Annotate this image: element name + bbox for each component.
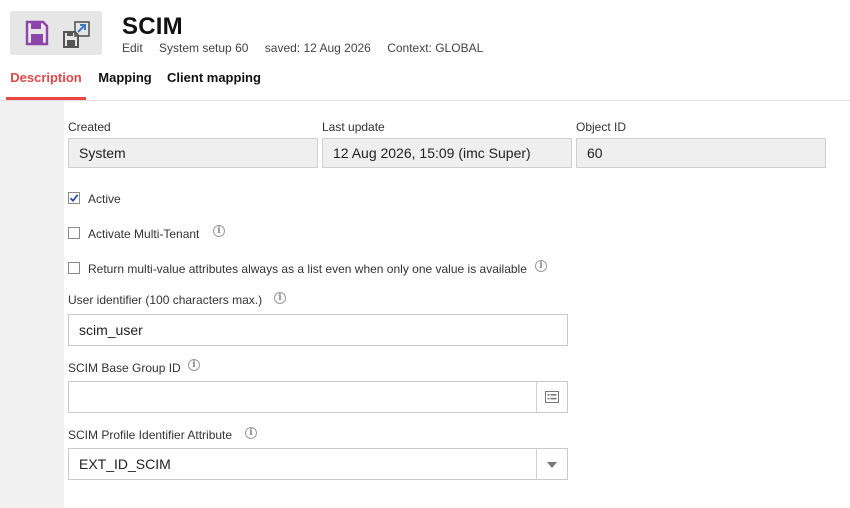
created-field: System <box>68 138 318 168</box>
checkmark-icon <box>69 194 79 203</box>
page-header: SCIM Edit System setup 60 saved: 12 Aug … <box>0 0 850 62</box>
save-as-button[interactable] <box>63 20 91 48</box>
last-update-field: 12 Aug 2026, 15:09 (imc Super) <box>322 138 572 168</box>
active-label: Active <box>88 192 121 206</box>
left-sidebar <box>0 101 64 508</box>
meta-context: Context: GLOBAL <box>387 41 484 55</box>
multi-value-checkbox[interactable] <box>68 262 80 274</box>
object-id-label: Object ID <box>576 120 627 134</box>
list-picker-icon <box>545 391 559 403</box>
meta-mode: Edit <box>122 41 143 55</box>
profile-attr-select[interactable]: EXT_ID_SCIM <box>68 448 568 480</box>
save-as-export-icon <box>63 21 90 48</box>
page-title: SCIM <box>122 13 183 40</box>
info-icon[interactable]: i <box>188 359 200 371</box>
meta-saved: saved: 12 Aug 2026 <box>264 41 371 55</box>
user-identifier-input[interactable]: scim_user <box>68 314 568 346</box>
multi-value-label: Return multi-value attributes always as … <box>88 262 527 276</box>
base-group-label: SCIM Base Group ID <box>68 361 181 375</box>
tab-mapping[interactable]: Mapping <box>96 62 154 99</box>
active-checkbox[interactable] <box>68 192 80 204</box>
last-update-label: Last update <box>322 120 385 134</box>
tab-description[interactable]: Description <box>6 62 86 100</box>
floppy-disk-icon <box>25 20 49 46</box>
lookup-button[interactable] <box>536 382 567 412</box>
info-icon[interactable]: i <box>535 260 547 272</box>
object-id-field: 60 <box>576 138 826 168</box>
info-icon[interactable]: i <box>245 427 257 439</box>
multi-tenant-checkbox[interactable] <box>68 227 80 239</box>
meta-object: System setup 60 <box>159 41 249 55</box>
page-meta: Edit System setup 60 saved: 12 Aug 2026 … <box>122 41 496 55</box>
user-identifier-label: User identifier (100 characters max.) <box>68 293 263 307</box>
dropdown-button[interactable] <box>536 449 567 479</box>
base-group-input[interactable] <box>68 381 568 413</box>
info-icon[interactable]: i <box>213 225 225 237</box>
multi-tenant-label: Activate Multi-Tenant <box>88 227 200 241</box>
profile-attr-label: SCIM Profile Identifier Attribute <box>68 428 233 442</box>
save-button[interactable] <box>25 20 53 48</box>
created-label: Created <box>68 120 111 134</box>
toolbar <box>10 11 102 55</box>
info-icon[interactable]: i <box>274 292 286 304</box>
tab-bar: Description Mapping Client mapping <box>0 62 850 101</box>
chevron-down-icon <box>547 462 557 468</box>
profile-attr-value: EXT_ID_SCIM <box>79 456 171 472</box>
tab-client-mapping[interactable]: Client mapping <box>166 62 262 99</box>
